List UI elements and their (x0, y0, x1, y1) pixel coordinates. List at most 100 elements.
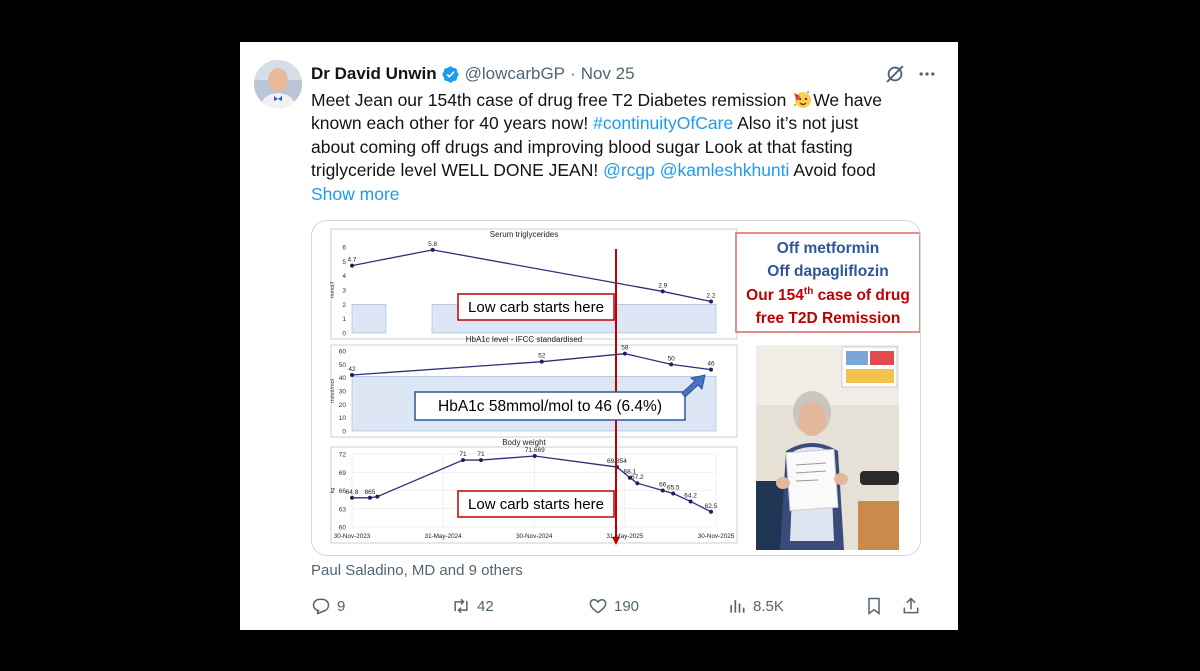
data-label: 71 (477, 451, 485, 458)
data-point (635, 481, 640, 486)
data-point (461, 458, 466, 463)
liked-by-text[interactable]: Paul Saladino, MD and 9 others (311, 562, 523, 579)
callout-line-2: Off dapagliflozin (767, 263, 888, 280)
hashtag-link[interactable]: #continuityOfCare (593, 113, 733, 133)
x-tick-label: 30-Nov-2024 (516, 533, 553, 540)
more-dots-icon[interactable] (916, 63, 938, 85)
data-point (622, 351, 627, 356)
author-handle[interactable]: @lowcarbGP (465, 64, 565, 84)
data-point (350, 373, 354, 377)
data-label: 62.5 (705, 503, 718, 510)
y-tick-label: 63 (339, 506, 347, 513)
verified-badge-icon (441, 65, 460, 84)
data-point (660, 289, 665, 294)
data-label: 64.8 (346, 489, 359, 496)
data-label: 2.2 (706, 292, 715, 299)
y-tick-label: 4 (342, 273, 346, 280)
views-chart-icon (730, 600, 745, 613)
tweet-text-segment: Avoid food (793, 160, 876, 181)
bookmark-icon (868, 597, 880, 615)
tweet-text-segment: known each other for 40 years now! (311, 113, 589, 134)
avatar[interactable] (254, 60, 302, 108)
data-point (671, 491, 676, 496)
tweet-card[interactable]: Dr David Unwin @lowcarbGP · Nov 25 Meet … (240, 42, 958, 630)
data-label: 865 (364, 489, 375, 496)
y-axis-label: mmol/l (330, 282, 336, 298)
y-tick-label: 0 (342, 331, 346, 338)
tweet-header: Dr David Unwin @lowcarbGP · Nov 25 (311, 62, 938, 86)
reply-icon (312, 598, 330, 615)
data-point (532, 454, 537, 459)
data-label: 66 (659, 482, 667, 489)
data-label: 65.5 (667, 485, 680, 492)
reply-button[interactable]: 9 (311, 594, 345, 618)
data-point (688, 499, 693, 504)
data-label: 46 (707, 361, 715, 368)
tweet-text-segment: Meet Jean our 154th case of drug free T2… (311, 90, 787, 110)
grok-icon[interactable] (884, 63, 906, 85)
y-tick-label: 60 (339, 525, 347, 532)
like-count: 190 (614, 597, 640, 615)
y-tick-label: 30 (339, 389, 347, 396)
data-point (430, 247, 435, 252)
y-tick-label: 10 (339, 415, 347, 422)
author-name[interactable]: Dr David Unwin (311, 64, 437, 84)
tweet-text-segment: We have (813, 90, 882, 110)
tweet-text-segment: Also it’s not just (737, 113, 859, 134)
views-button[interactable]: 8.5K (727, 594, 784, 618)
party-face-emoji-icon (792, 89, 812, 109)
tweet-actions: 9 42 190 8.5K (311, 594, 921, 618)
data-label: 5.8 (428, 241, 437, 248)
data-label: 67.2 (631, 474, 644, 481)
data-label: 50 (668, 355, 676, 362)
tweet-date[interactable]: Nov 25 (581, 64, 635, 84)
y-tick-label: 69 (339, 470, 347, 477)
y-tick-label: 40 (339, 375, 347, 382)
tweet-line-1: Meet Jean our 154th case of drug free T2… (311, 89, 911, 112)
y-tick-label: 6 (342, 245, 346, 252)
data-label: 4.7 (347, 257, 356, 264)
retweet-button[interactable]: 42 (451, 594, 494, 618)
data-point (350, 495, 354, 500)
tweet-line-2: known each other for 40 years now! #cont… (311, 112, 911, 135)
data-point (709, 509, 714, 514)
x-tick-label: 31-May-2024 (425, 533, 463, 540)
y-axis-label: mmol/mol (330, 379, 336, 403)
y-tick-label: 20 (339, 402, 347, 409)
data-label: 58 (621, 345, 629, 352)
separator-dot: · (570, 64, 576, 83)
tweet-line-4: triglyceride level WELL DONE JEAN! @rcgp… (311, 159, 911, 182)
chart-title: Body weight (502, 438, 546, 447)
tweet-media-image[interactable]: Serum triglycerides 0 1 2 3 4 5 6 mmol/l 4.7 5.8 2.… (311, 220, 921, 556)
data-point (669, 362, 674, 367)
chart-title: HbA1c level - IFCC standardised (466, 335, 583, 344)
patient-photo (756, 345, 899, 550)
chart-title: Serum triglycerides (490, 230, 558, 239)
lowcarb-label-1: Low carb starts here (468, 299, 604, 316)
mention-link-rcgp[interactable]: @rcgp (603, 160, 655, 180)
data-point (660, 488, 665, 493)
y-tick-label: 72 (339, 452, 347, 459)
reply-count: 9 (337, 597, 346, 615)
retweet-icon (454, 598, 468, 614)
data-label: 71.669 (525, 447, 545, 454)
y-tick-label: 5 (342, 259, 346, 266)
data-point (709, 367, 714, 372)
lowcarb-label-2: Low carb starts here (468, 496, 604, 513)
data-label: 52 (538, 353, 546, 360)
like-button[interactable]: 190 (588, 594, 639, 618)
show-more-link[interactable]: Show more (311, 183, 911, 206)
callout-line-3: Our 154th case of drug (746, 286, 910, 304)
mention-link-kamleshkhunti[interactable]: @kamleshkhunti (660, 160, 790, 180)
tweet-text: Meet Jean our 154th case of drug free T2… (311, 89, 911, 206)
data-label: 42 (348, 366, 356, 373)
y-tick-label: 60 (339, 349, 347, 356)
tweet-line-3: about coming off drugs and improving blo… (311, 136, 853, 157)
share-button[interactable] (901, 594, 921, 618)
data-point (367, 495, 372, 500)
x-tick-label: 30-Nov-2025 (698, 533, 735, 540)
data-point (539, 359, 544, 364)
bookmark-button[interactable] (864, 594, 884, 618)
data-label: 71 (459, 451, 467, 458)
reference-band (351, 304, 387, 334)
